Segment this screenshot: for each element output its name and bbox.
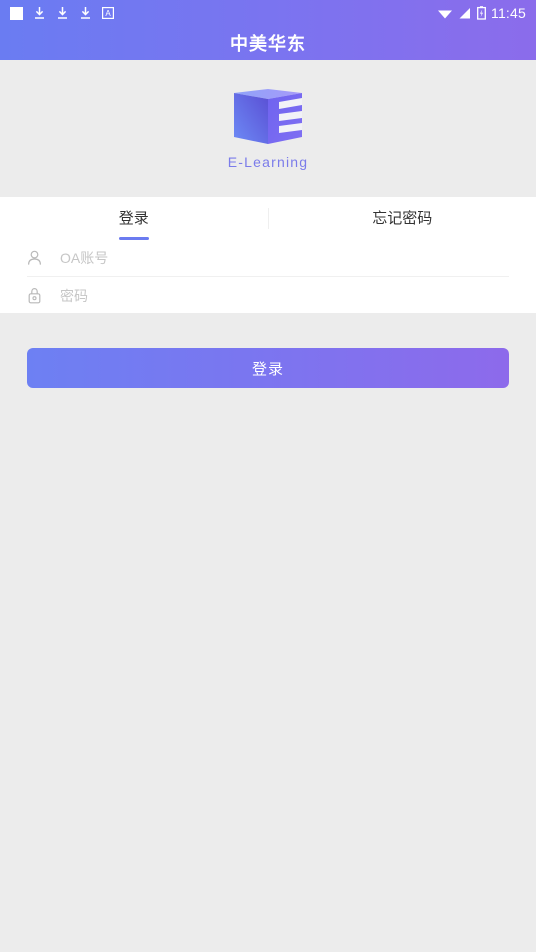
- tab-forgot-password-label: 忘记密码: [372, 210, 433, 227]
- svg-text:A: A: [105, 9, 111, 18]
- user-icon: [27, 250, 51, 266]
- lock-icon: [27, 287, 51, 304]
- status-bar-right-icons: 11:45: [437, 5, 526, 21]
- e-learning-book-logo: [234, 89, 302, 144]
- status-bar-clock: 11:45: [491, 5, 526, 21]
- app-screen: A 11:45 中美华东 E-Learning 登录 忘记密码 OA账号 登录: [0, 0, 536, 952]
- download-icon: [81, 7, 90, 19]
- battery-charging-icon: [477, 6, 486, 20]
- tab-forgot-password[interactable]: 忘记密码: [269, 197, 536, 240]
- status-bar: A 11:45: [0, 0, 536, 26]
- stop-square-icon: [10, 6, 23, 20]
- password-input[interactable]: [51, 287, 509, 304]
- download-icon: [58, 7, 67, 19]
- page-empty-area: [0, 388, 536, 952]
- cellular-signal-icon: [459, 7, 470, 18]
- tab-login-label: 登录: [119, 207, 149, 230]
- login-button[interactable]: 登录: [27, 348, 509, 388]
- app-title-bar: 中美华东: [0, 26, 536, 60]
- account-field-row[interactable]: [27, 240, 509, 277]
- keyboard-a-icon: A: [102, 7, 114, 19]
- page-title: 中美华东: [230, 34, 306, 54]
- wifi-icon: [438, 10, 452, 18]
- login-card: 登录 忘记密码: [0, 197, 536, 313]
- logo-section: E-Learning: [0, 60, 536, 197]
- status-bar-left-icons: A: [10, 6, 114, 20]
- tab-login[interactable]: 登录: [0, 197, 268, 240]
- account-input[interactable]: [51, 250, 509, 266]
- logo-caption: E-Learning: [227, 154, 309, 170]
- download-icon: [35, 7, 44, 19]
- password-field-row[interactable]: [27, 277, 509, 314]
- auth-tabs: 登录 忘记密码: [0, 197, 536, 240]
